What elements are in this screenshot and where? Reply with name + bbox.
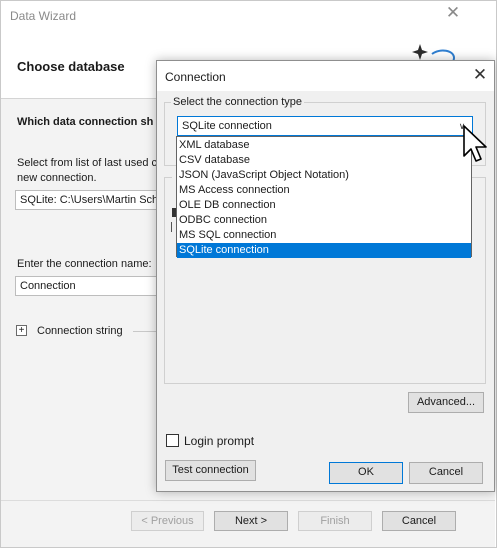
advanced-button[interactable]: Advanced... bbox=[408, 392, 484, 413]
wizard-heading: Choose database bbox=[17, 59, 125, 74]
dialog-title: Connection bbox=[165, 70, 226, 84]
ok-button[interactable]: OK bbox=[329, 462, 403, 484]
dropdown-option-xml[interactable]: XML database bbox=[177, 138, 471, 153]
login-prompt-checkbox[interactable] bbox=[166, 434, 179, 447]
arrow-cursor-icon bbox=[463, 125, 487, 162]
wizard-title: Data Wizard bbox=[10, 9, 77, 23]
dropdown-option-ms-sql[interactable]: MS SQL connection bbox=[177, 228, 471, 243]
login-prompt-label[interactable]: Login prompt bbox=[184, 434, 254, 448]
dropdown-option-csv[interactable]: CSV database bbox=[177, 153, 471, 168]
plus-box-icon[interactable]: + bbox=[16, 325, 27, 336]
dropdown-option-odbc[interactable]: ODBC connection bbox=[177, 213, 471, 228]
connection-name-input[interactable]: Connection bbox=[15, 276, 165, 296]
last-used-connection-select[interactable]: SQLite: C:\Users\Martin Sch bbox=[15, 190, 165, 210]
connection-type-combobox[interactable]: SQLite connection bbox=[177, 116, 473, 136]
connection-question: Which data connection sh bbox=[17, 116, 154, 128]
dialog-close-icon[interactable]: ✕ bbox=[471, 66, 489, 84]
connection-type-group-label: Select the connection type bbox=[171, 96, 305, 108]
dropdown-option-ms-access[interactable]: MS Access connection bbox=[177, 183, 471, 198]
last-used-instructions: Select from list of last used c new conn… bbox=[17, 157, 157, 184]
wizard-close-icon[interactable]: ✕ bbox=[444, 4, 462, 22]
dropdown-option-sqlite[interactable]: SQLite connection bbox=[177, 243, 471, 258]
connection-type-dropdown-list[interactable]: XML database CSV database JSON (JavaScri… bbox=[176, 136, 472, 258]
wizard-cancel-button[interactable]: Cancel bbox=[382, 511, 456, 531]
previous-button[interactable]: < Previous bbox=[131, 511, 204, 531]
connection-dialog: Connection ✕ Select the connection type … bbox=[156, 60, 495, 492]
connection-string-divider bbox=[133, 331, 157, 332]
dropdown-option-oledb[interactable]: OLE DB connection bbox=[177, 198, 471, 213]
cancel-button[interactable]: Cancel bbox=[409, 462, 483, 484]
dropdown-option-json[interactable]: JSON (JavaScript Object Notation) bbox=[177, 168, 471, 183]
test-connection-button[interactable]: Test connection bbox=[165, 460, 256, 481]
finish-button[interactable]: Finish bbox=[298, 511, 372, 531]
next-button[interactable]: Next > bbox=[214, 511, 288, 531]
connection-string-label[interactable]: Connection string bbox=[37, 325, 123, 337]
connection-name-label: Enter the connection name: bbox=[17, 258, 152, 270]
